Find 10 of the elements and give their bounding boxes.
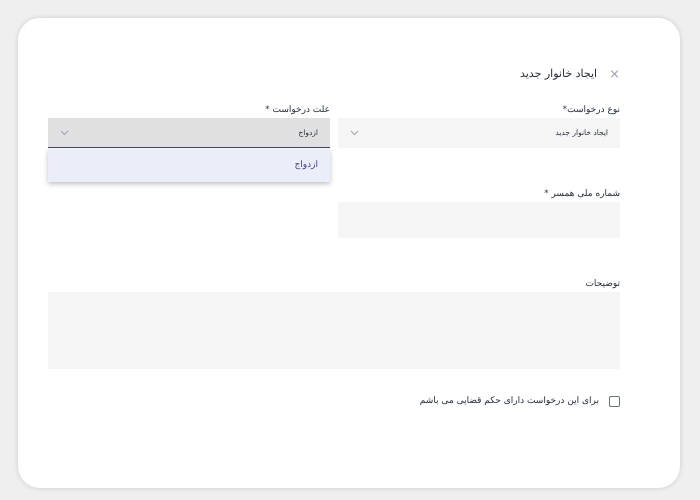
checkbox-label: برای این درخواست دارای حکم قضایی می باشم <box>420 395 599 408</box>
field-label: علت درخواست * <box>264 104 330 117</box>
field-label: توضیحات <box>584 278 620 291</box>
field-label: نوع درخواست* <box>562 104 620 117</box>
chevron-down-icon <box>350 130 359 136</box>
checkbox[interactable] <box>609 396 620 408</box>
dropdown-option[interactable]: ازدواج <box>48 149 330 182</box>
chevron-down-icon <box>60 130 69 136</box>
field-label: شماره ملی همسر * <box>543 188 620 201</box>
dialog-title: ایجاد خانوار جدید <box>520 66 598 82</box>
